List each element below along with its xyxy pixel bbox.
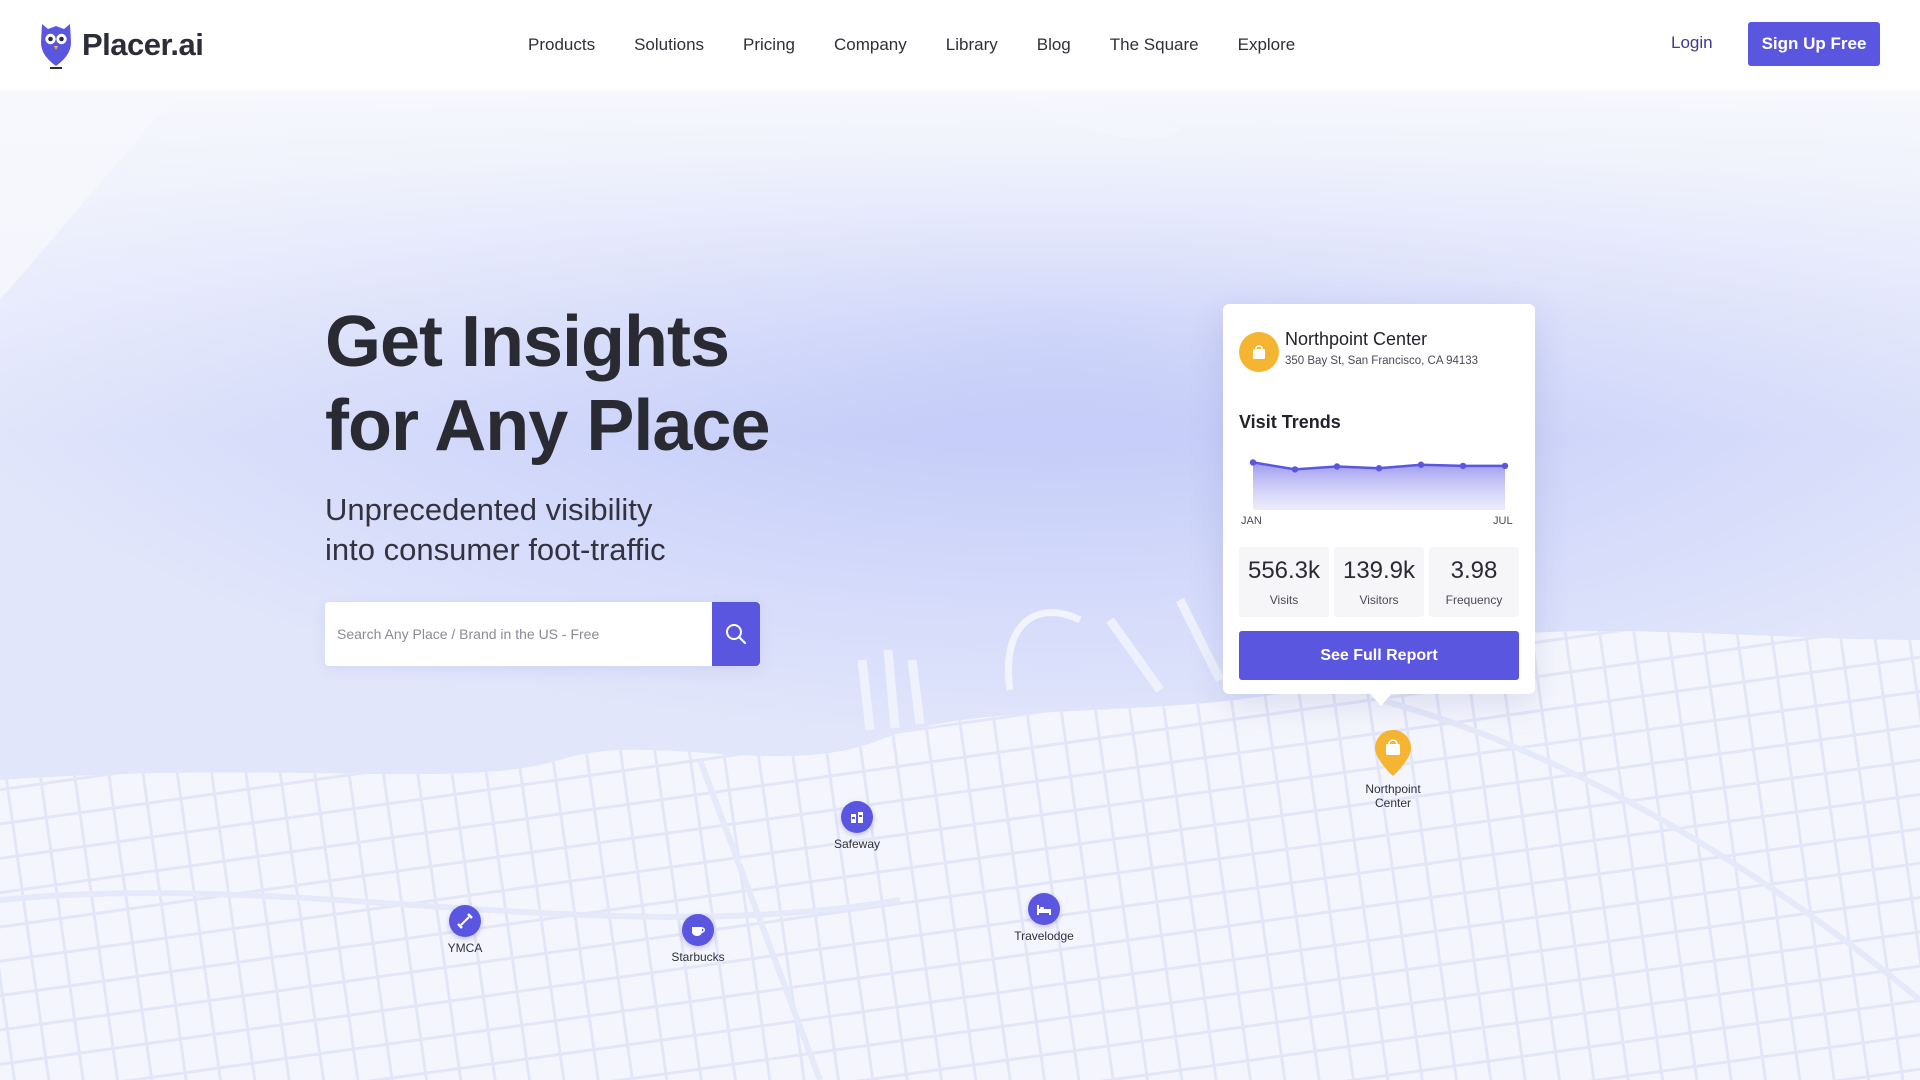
- hero-title: Get Insights for Any Place: [325, 300, 925, 468]
- stat-visits: 556.3k Visits: [1239, 547, 1329, 617]
- pin-label: Safeway: [833, 837, 881, 851]
- nav-blog[interactable]: Blog: [1037, 35, 1071, 55]
- hero-title-line-2: for Any Place: [325, 386, 770, 466]
- map-pin-northpoint-center[interactable]: Northpoint Center: [1353, 728, 1433, 810]
- search-input[interactable]: [325, 602, 760, 666]
- search-button[interactable]: [712, 602, 760, 666]
- map-pin-starbucks[interactable]: Starbucks: [658, 914, 738, 964]
- stat-value: 3.98: [1450, 557, 1498, 584]
- stats-row: 556.3k Visits 139.9k Visitors 3.98 Frequ…: [1239, 547, 1519, 617]
- nav-solutions[interactable]: Solutions: [634, 35, 704, 55]
- trend-point-feb: [1291, 466, 1299, 473]
- search-icon: [726, 624, 747, 645]
- nav-pricing[interactable]: Pricing: [743, 35, 795, 55]
- stat-visitors: 139.9k Visitors: [1334, 547, 1424, 617]
- nav-products[interactable]: Products: [528, 35, 595, 55]
- owl-logo-icon: [41, 24, 71, 69]
- hero-subtitle: Unprecedented visibility into consumer f…: [325, 490, 845, 570]
- nav-company[interactable]: Company: [834, 35, 907, 55]
- pin-label-line-2: Center: [1374, 796, 1412, 810]
- bed-icon: [1037, 905, 1051, 915]
- axis-label-end: JUL: [1493, 515, 1513, 527]
- trend-point-jul: [1501, 462, 1509, 470]
- pin-dot: [449, 905, 481, 937]
- sign-up-button[interactable]: Sign Up Free: [1748, 22, 1880, 66]
- hero-subtitle-line-2: into consumer foot-traffic: [325, 532, 666, 567]
- pin-dot: [682, 914, 714, 946]
- pin-label-line-1: Northpoint: [1365, 782, 1421, 796]
- stat-value: 556.3k: [1247, 557, 1321, 584]
- map-pin-ymca[interactable]: YMCA: [425, 905, 505, 955]
- login-link[interactable]: Login: [1671, 33, 1713, 53]
- dumbbell-icon: [457, 913, 473, 929]
- brand-name: Placer.ai: [82, 27, 204, 62]
- pin-label: YMCA: [447, 941, 483, 955]
- visit-trends-chart: [1249, 459, 1509, 510]
- trend-point-apr: [1375, 465, 1383, 472]
- stat-label: Visits: [1269, 593, 1299, 607]
- map-pin-travelodge[interactable]: Travelodge: [1004, 893, 1084, 943]
- nav-the-square[interactable]: The Square: [1110, 35, 1199, 55]
- stat-label: Visitors: [1359, 593, 1399, 607]
- stat-frequency: 3.98 Frequency: [1429, 547, 1519, 617]
- search-box: [325, 602, 760, 666]
- pin-label: Travelodge: [1014, 929, 1074, 943]
- see-full-report-button[interactable]: See Full Report: [1239, 631, 1519, 680]
- place-badge: [1239, 332, 1279, 372]
- pin-label: Starbucks: [671, 950, 725, 964]
- background-map: [0, 90, 1920, 1080]
- place-address: 350 Bay St, San Francisco, CA 94133: [1285, 355, 1479, 367]
- pin-dot: [841, 801, 873, 833]
- trend-point-mar: [1333, 463, 1341, 470]
- nav-explore[interactable]: Explore: [1238, 35, 1296, 55]
- coffee-cup-icon: [692, 927, 705, 936]
- logo[interactable]: Placer.ai: [38, 20, 204, 70]
- site-header: Placer.ai Products Solutions Pricing Com…: [0, 0, 1920, 90]
- hero-title-line-1: Get Insights: [325, 302, 730, 382]
- location-marker-icon: [1375, 730, 1411, 776]
- place-title: Northpoint Center: [1285, 329, 1428, 349]
- trend-point-may: [1417, 461, 1425, 468]
- grocery-icon: [851, 812, 863, 823]
- map-pin-safeway[interactable]: Safeway: [817, 801, 897, 851]
- stat-value: 139.9k: [1342, 557, 1416, 584]
- place-card: Northpoint Center 350 Bay St, San Franci…: [1223, 304, 1535, 706]
- nav-library[interactable]: Library: [946, 35, 998, 55]
- trend-point-jun: [1459, 462, 1467, 470]
- hero-subtitle-line-1: Unprecedented visibility: [325, 492, 653, 527]
- shopping-bag-icon: [1253, 345, 1265, 359]
- trend-point-jan: [1249, 459, 1257, 466]
- pin-dot: [1028, 893, 1060, 925]
- visit-trends-title: Visit Trends: [1239, 412, 1341, 432]
- stat-label: Frequency: [1445, 593, 1503, 607]
- main-nav: Products Solutions Pricing Company Libra…: [528, 0, 1334, 90]
- axis-label-start: JAN: [1241, 515, 1262, 527]
- pin-label: Northpoint Center: [1353, 782, 1433, 810]
